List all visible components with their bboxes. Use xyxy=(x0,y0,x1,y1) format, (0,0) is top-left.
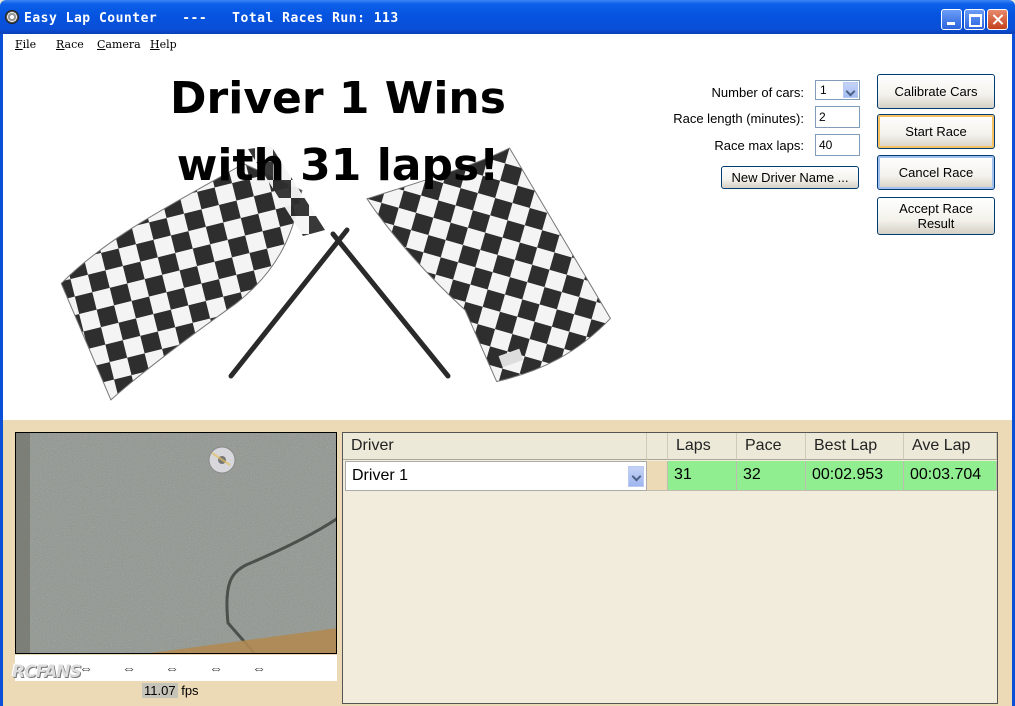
column-header-best-lap[interactable]: Best Lap xyxy=(806,433,904,460)
table-row-spacer xyxy=(647,461,668,491)
column-header-spacer xyxy=(647,433,668,460)
lane-arrow-icon[interactable]: ⇔ xyxy=(79,660,93,676)
fps-unit: fps xyxy=(181,683,199,698)
race-max-laps-label: Race max laps: xyxy=(714,138,804,153)
chevron-down-icon[interactable] xyxy=(628,466,644,487)
race-length-field[interactable] xyxy=(815,106,860,128)
accept-line-1: Accept Race xyxy=(899,201,973,216)
title-bar[interactable]: Easy Lap Counter --- Total Races Run: 11… xyxy=(0,0,1015,34)
accept-line-2: Result xyxy=(917,216,955,231)
cancel-race-button[interactable]: Cancel Race xyxy=(877,155,995,190)
column-header-pace[interactable]: Pace xyxy=(737,433,806,460)
driver-name: Driver 1 xyxy=(352,467,409,484)
number-of-cars-value: 1 xyxy=(820,83,827,97)
close-button[interactable] xyxy=(987,9,1008,30)
menu-camera[interactable]: Camera xyxy=(97,38,141,51)
ave-lap-cell: 00:03.704 xyxy=(904,461,997,491)
number-of-cars-label: Number of cars: xyxy=(711,85,804,100)
column-header-driver[interactable]: Driver xyxy=(343,433,647,460)
camera-feed-image xyxy=(16,433,336,653)
lane-arrow-icon[interactable]: ⇔ xyxy=(165,660,179,676)
menu-race[interactable]: Race xyxy=(56,38,84,51)
pace-cell: 32 xyxy=(737,461,806,491)
watermark-logo: RCFANS xyxy=(12,662,82,682)
winner-headline: Driver 1 Wins xyxy=(170,73,506,124)
menu-file[interactable]: File xyxy=(15,38,36,51)
results-grid[interactable]: Driver Laps Pace Best Lap Ave Lap Driver… xyxy=(342,432,998,704)
winner-laps-headline: with 31 laps! xyxy=(176,140,500,191)
window-title: Easy Lap Counter --- Total Races Run: 11… xyxy=(24,11,399,26)
lane-arrow-icon[interactable]: ⇔ xyxy=(122,660,136,676)
fps-value: 11.07 xyxy=(142,683,178,698)
lane-arrow-icon[interactable]: ⇔ xyxy=(209,660,223,676)
column-header-laps[interactable]: Laps xyxy=(668,433,737,460)
laps-cell: 31 xyxy=(668,461,737,491)
calibrate-cars-button[interactable]: Calibrate Cars xyxy=(877,74,995,109)
menu-help[interactable]: Help xyxy=(150,38,177,51)
race-max-laps-field[interactable] xyxy=(815,134,860,156)
start-race-button[interactable]: Start Race xyxy=(877,114,995,149)
number-of-cars-select[interactable]: 1 xyxy=(815,80,860,100)
driver-select[interactable]: Driver 1 xyxy=(345,461,647,491)
race-result-area: Driver 1 Wins with 31 laps! xyxy=(3,54,1012,420)
best-lap-cell: 00:02.953 xyxy=(806,461,904,491)
camera-preview[interactable] xyxy=(15,432,337,654)
app-disc-icon[interactable] xyxy=(5,10,19,24)
column-header-ave-lap[interactable]: Ave Lap xyxy=(904,433,997,460)
new-driver-name-button[interactable]: New Driver Name ... xyxy=(721,166,859,189)
maximize-button[interactable] xyxy=(964,9,985,30)
minimize-button[interactable] xyxy=(941,9,962,30)
menu-bar: File Race Camera Help xyxy=(3,34,1012,54)
race-length-label: Race length (minutes): xyxy=(673,111,804,126)
chevron-down-icon[interactable] xyxy=(843,82,858,98)
lane-arrow-icon[interactable]: ⇔ xyxy=(252,660,266,676)
fps-readout: 11.07 fps xyxy=(142,683,199,698)
accept-race-result-button[interactable]: Accept Race Result xyxy=(877,197,995,235)
